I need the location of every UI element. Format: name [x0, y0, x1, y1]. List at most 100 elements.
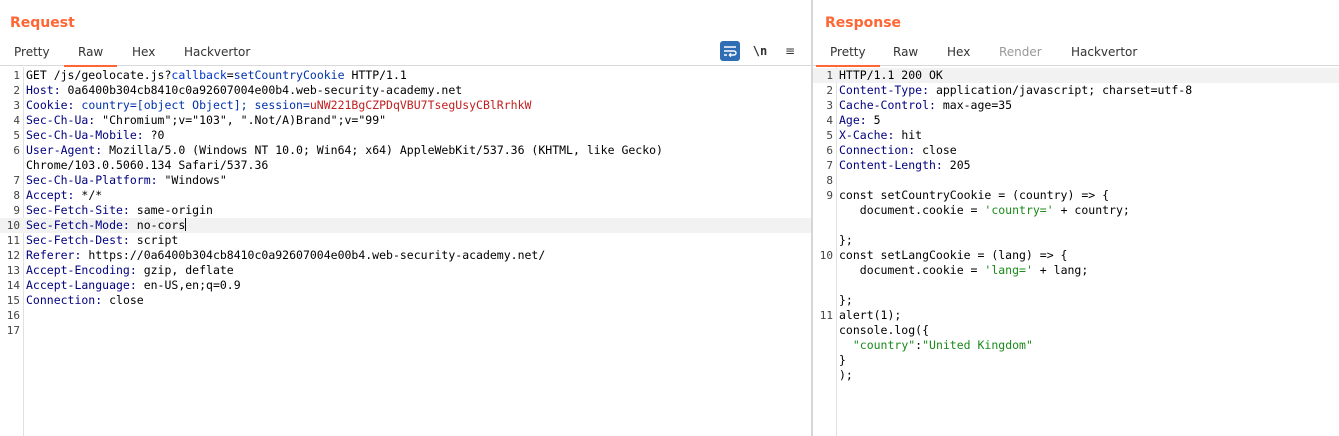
- code-line[interactable]: 10 const setLangCookie = (lang) => {: [813, 248, 1339, 263]
- code-segment: + lang;: [1032, 263, 1089, 277]
- code-line[interactable]: 4 Sec-Ch-Ua: "Chromium";v="103", ".Not/A)…: [0, 113, 812, 128]
- code-line[interactable]: 8: [813, 173, 1339, 188]
- header-value: close: [915, 143, 957, 157]
- code-line[interactable]: 3 Cache-Control: max-age=35: [813, 98, 1339, 113]
- code-text: Sec-Fetch-Mode: no-cors: [26, 218, 812, 233]
- code-line[interactable]: 3 Cookie: country=[object Object]; sessio…: [0, 98, 812, 113]
- header-value: no-cors: [129, 218, 186, 232]
- code-text: };: [839, 293, 1339, 308]
- wrap-lines-button[interactable]: [720, 41, 740, 61]
- request-tab-hackvertor[interactable]: Hackvertor: [184, 45, 250, 59]
- code-text: Accept: */*: [26, 188, 812, 203]
- code-line[interactable]: Chrome/103.0.5060.134 Safari/537.36: [0, 158, 812, 173]
- code-text: GET /js/geolocate.js?callback=setCountry…: [26, 68, 812, 83]
- response-tab-hackvertor[interactable]: Hackvertor: [1071, 45, 1137, 59]
- code-segment: const setCountryCookie = (country) => {: [839, 188, 1110, 202]
- request-tab-hex[interactable]: Hex: [132, 45, 155, 59]
- line-number: 2: [13, 84, 20, 97]
- code-text: alert(1);: [839, 308, 1339, 323]
- code-line[interactable]: 13 Accept-Encoding: gzip, deflate: [0, 263, 812, 278]
- code-line[interactable]: 11 Sec-Fetch-Dest: script: [0, 233, 812, 248]
- request-tab-pretty[interactable]: Pretty: [14, 45, 50, 59]
- query-param-eq: =: [226, 68, 234, 82]
- header-value: 0a6400b304cb8410c0a92607004e00b4.web-sec…: [60, 83, 463, 97]
- line-number: 4: [826, 114, 833, 127]
- code-text: Content-Length: 205: [839, 158, 1339, 173]
- code-text: HTTP/1.1 200 OK: [839, 68, 1339, 83]
- request-editor[interactable]: 1 GET /js/geolocate.js?callback=setCountr…: [0, 67, 812, 436]
- query-param-name: callback: [171, 68, 227, 82]
- code-text: Sec-Fetch-Site: same-origin: [26, 203, 812, 218]
- response-title: Response: [825, 15, 902, 31]
- code-line[interactable]: 16: [0, 308, 812, 323]
- code-line[interactable]: 2 Content-Type: application/javascript; c…: [813, 83, 1339, 98]
- line-number: 1: [826, 69, 833, 82]
- code-line[interactable]: 7 Sec-Ch-Ua-Platform: "Windows": [0, 173, 812, 188]
- line-number: 15: [6, 294, 20, 307]
- header-value: max-age=35: [935, 98, 1013, 112]
- response-editor[interactable]: 1 HTTP/1.1 200 OK 2 Content-Type: applicati…: [813, 67, 1339, 436]
- header-name: Age:: [839, 113, 867, 127]
- request-line-method: GET /js/geolocate.js?: [26, 68, 172, 82]
- code-segment: );: [839, 368, 853, 382]
- header-value: en-US,en;q=0.9: [136, 278, 241, 292]
- code-line[interactable]: 6 User-Agent: Mozilla/5.0 (Windows NT 10.…: [0, 143, 812, 158]
- line-number: 11: [819, 309, 833, 322]
- response-tab-pretty[interactable]: Pretty: [816, 45, 880, 67]
- header-name: Sec-Fetch-Site:: [26, 203, 130, 217]
- line-number: 10: [6, 219, 20, 232]
- code-text: Sec-Ch-Ua-Platform: "Windows": [26, 173, 812, 188]
- code-line[interactable]: 15 Connection: close: [0, 293, 812, 308]
- code-line[interactable]: document.cookie = 'lang=' + lang;: [813, 263, 1339, 278]
- show-newlines-button[interactable]: \n: [752, 41, 768, 61]
- menu-icon[interactable]: ≡: [784, 41, 796, 61]
- cookie-values: country=[object Object]; session=: [74, 98, 310, 112]
- query-param-value: setCountryCookie: [233, 68, 345, 82]
- header-name: Host:: [26, 83, 61, 97]
- code-line[interactable]: console.log({: [813, 323, 1339, 338]
- header-name: Content-Length:: [839, 158, 943, 172]
- code-line[interactable]: 6 Connection: close: [813, 143, 1339, 158]
- code-line[interactable]: );: [813, 368, 1339, 383]
- code-text: const setCountryCookie = (country) => {: [839, 188, 1339, 203]
- code-line[interactable]: 9 Sec-Fetch-Site: same-origin: [0, 203, 812, 218]
- code-line[interactable]: 2 Host: 0a6400b304cb8410c0a92607004e00b4.…: [0, 83, 812, 98]
- code-line[interactable]: 4 Age: 5: [813, 113, 1339, 128]
- code-text: Chrome/103.0.5060.134 Safari/537.36: [26, 158, 812, 173]
- header-value: ?0: [143, 128, 165, 142]
- code-line[interactable]: 8 Accept: */*: [0, 188, 812, 203]
- code-line[interactable]: 11 alert(1);: [813, 308, 1339, 323]
- header-name: User-Agent:: [26, 143, 103, 157]
- code-text: Connection: close: [26, 293, 812, 308]
- code-line[interactable]: [813, 218, 1339, 233]
- code-line[interactable]: [813, 278, 1339, 293]
- code-line[interactable]: 12 Referer: https://0a6400b304cb8410c0a92…: [0, 248, 812, 263]
- code-line[interactable]: 5 Sec-Ch-Ua-Mobile: ?0: [0, 128, 812, 143]
- code-line[interactable]: };: [813, 293, 1339, 308]
- line-number: 10: [819, 249, 833, 262]
- line-number: 8: [826, 174, 833, 187]
- code-line[interactable]: "country":"United Kingdom": [813, 338, 1339, 353]
- code-line[interactable]: 7 Content-Length: 205: [813, 158, 1339, 173]
- code-text: Connection: close: [839, 143, 1339, 158]
- code-line[interactable]: 9 const setCountryCookie = (country) => {: [813, 188, 1339, 203]
- code-line[interactable]: document.cookie = 'country=' + country;: [813, 203, 1339, 218]
- header-value: application/javascript; charset=utf-8: [929, 83, 1193, 97]
- line-number: 4: [13, 114, 20, 127]
- code-line[interactable]: 5 X-Cache: hit: [813, 128, 1339, 143]
- header-name: Cookie:: [26, 98, 75, 112]
- response-tab-render[interactable]: Render: [999, 45, 1042, 59]
- code-line[interactable]: 1 HTTP/1.1 200 OK: [813, 68, 1339, 83]
- code-line[interactable]: 14 Accept-Language: en-US,en;q=0.9: [0, 278, 812, 293]
- request-tab-raw[interactable]: Raw: [63, 45, 118, 67]
- response-tab-raw[interactable]: Raw: [893, 45, 918, 59]
- line-number: 6: [13, 144, 20, 157]
- code-line[interactable]: 17: [0, 323, 812, 338]
- response-tab-hex[interactable]: Hex: [947, 45, 970, 59]
- code-text: Content-Type: application/javascript; ch…: [839, 83, 1339, 98]
- code-line[interactable]: }: [813, 353, 1339, 368]
- code-line[interactable]: };: [813, 233, 1339, 248]
- code-line[interactable]: 10 Sec-Fetch-Mode: no-cors: [0, 218, 812, 233]
- code-line[interactable]: 1 GET /js/geolocate.js?callback=setCountr…: [0, 68, 812, 83]
- line-number: 3: [826, 99, 833, 112]
